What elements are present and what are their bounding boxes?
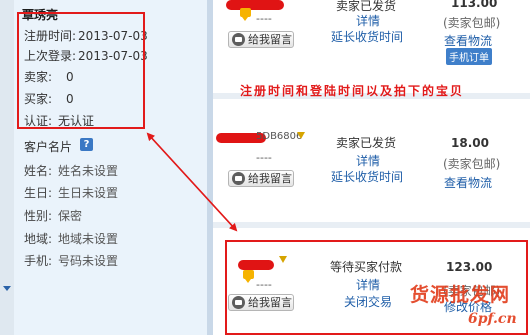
- card-gender-value: 保密: [58, 209, 83, 223]
- card-region-row: 地域: 地域未设置: [24, 230, 118, 247]
- view-logistics-link[interactable]: 查看物流: [444, 32, 492, 49]
- profile-highlight-box: [17, 12, 145, 129]
- scroll-down-arrow-icon[interactable]: [3, 286, 11, 291]
- order-price: 113.00: [451, 0, 498, 10]
- card-birthday-row: 生日: 生日未设置: [24, 184, 118, 201]
- wangwang-chat-icon[interactable]: [240, 8, 251, 21]
- card-name-label: 姓名:: [24, 164, 53, 178]
- partial-order-id: 5DB6806: [256, 131, 303, 142]
- customer-card-title: 客户名片: [24, 140, 73, 154]
- extend-receipt-link[interactable]: 延长收货时间: [331, 28, 403, 45]
- message-icon: [232, 172, 245, 185]
- view-logistics-link[interactable]: 查看物流: [444, 174, 492, 191]
- mobile-order-badge: 手机订单: [446, 48, 492, 65]
- card-name-value: 姓名未设置: [58, 164, 119, 178]
- order-dash: ----: [256, 151, 272, 164]
- card-phone-value: 号码未设置: [58, 254, 119, 268]
- card-gender-label: 性别:: [24, 209, 53, 223]
- card-region-value: 地域未设置: [58, 232, 119, 246]
- leave-message-label: 给我留言: [248, 172, 292, 185]
- left-scrollbar[interactable]: [0, 0, 14, 335]
- card-phone-label: 手机:: [24, 254, 53, 268]
- card-phone-row: 手机: 号码未设置: [24, 252, 118, 269]
- help-icon[interactable]: ?: [80, 138, 93, 151]
- card-birthday-label: 生日:: [24, 186, 53, 200]
- extend-receipt-link[interactable]: 延长收货时间: [331, 168, 403, 185]
- card-gender-row: 性别: 保密: [24, 207, 82, 224]
- free-shipping-note: (卖家包邮): [443, 157, 501, 171]
- order-price: 18.00: [451, 136, 489, 150]
- watermark-domain: 6pf.cn: [468, 311, 517, 327]
- leave-message-label: 给我留言: [248, 33, 292, 46]
- card-birthday-value: 生日未设置: [58, 186, 119, 200]
- order-separator: [213, 222, 530, 228]
- order-status: 卖家已发货: [336, 136, 397, 150]
- watermark-text: 货源批发网: [410, 284, 511, 306]
- annotation-text: 注册时间和登陆时间以及拍下的宝贝: [240, 84, 465, 98]
- flag-icon[interactable]: [297, 132, 305, 142]
- leave-message-button[interactable]: 给我留言: [228, 170, 294, 187]
- leave-message-button[interactable]: 给我留言: [228, 31, 294, 48]
- order-dash: ----: [256, 12, 272, 25]
- message-icon: [232, 33, 245, 46]
- card-name-row: 姓名: 姓名未设置: [24, 162, 118, 179]
- order-detail-link[interactable]: 详情: [356, 12, 380, 29]
- redacted-buyer-name: [226, 0, 284, 10]
- free-shipping-note: (卖家包邮): [443, 16, 501, 30]
- order-detail-link[interactable]: 详情: [356, 152, 380, 169]
- card-region-label: 地域:: [24, 232, 53, 246]
